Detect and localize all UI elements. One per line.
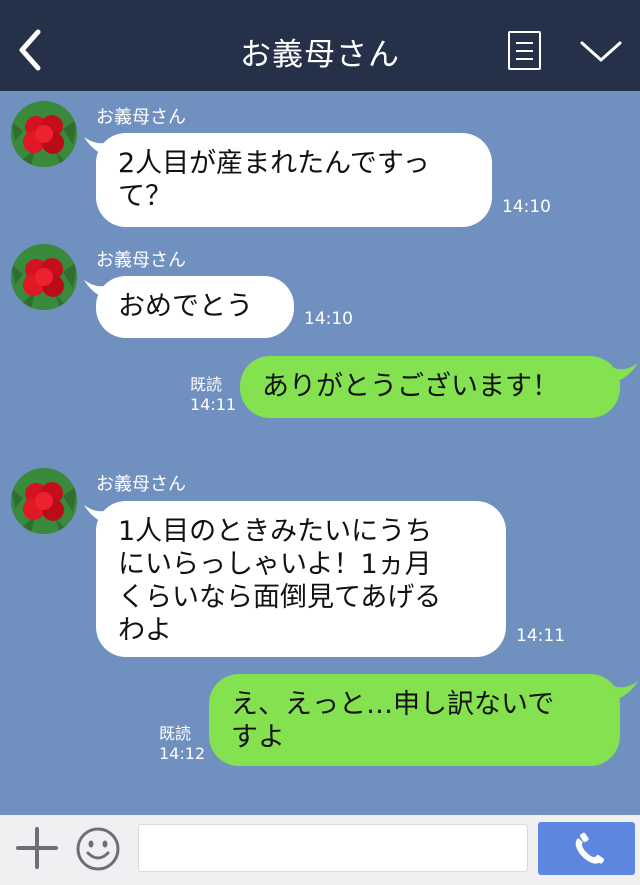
chat-header: お義母さん [0, 0, 640, 91]
chat-title: お義母さん [240, 37, 400, 73]
avatar[interactable] [11, 468, 77, 534]
avatar[interactable] [11, 244, 77, 310]
sender-name: お義母さん [96, 250, 186, 271]
message-input[interactable] [138, 824, 528, 872]
read-receipt: 既読 14:11 [190, 375, 236, 415]
message-bubble-outgoing[interactable]: ありがとうございます！ [240, 356, 620, 418]
rose-image [11, 468, 77, 534]
message-time: 14:10 [304, 309, 353, 329]
message-bubble-incoming[interactable]: 2人目が産まれたんですっ て？ [96, 133, 492, 227]
rose-image [11, 244, 77, 310]
sender-name: お義母さん [96, 107, 186, 128]
message-bubble-outgoing[interactable]: え、えっと…申し訳ないで すよ [209, 674, 620, 766]
message-time: 14:10 [502, 197, 551, 217]
list-icon[interactable] [508, 31, 541, 70]
smiley-icon[interactable] [75, 826, 121, 872]
message-list[interactable]: お義母さん 2人目が産まれたんですっ て？ 14:10 お義母さん おめでとう … [0, 91, 640, 815]
phone-icon [575, 832, 605, 864]
sender-name: お義母さん [96, 474, 186, 495]
read-label: 既読 [190, 375, 223, 394]
message-time: 14:11 [190, 395, 237, 414]
read-receipt: 既読 14:12 [159, 724, 205, 764]
message-time: 14:11 [516, 626, 565, 646]
chevron-down-icon[interactable] [580, 40, 622, 64]
message-bubble-incoming[interactable]: おめでとう [96, 276, 294, 338]
plus-icon[interactable] [16, 827, 58, 869]
message-bubble-incoming[interactable]: 1人目のときみたいにうち にいらっしゃいよ！1ヵ月 くらいなら面倒見てあげる わ… [96, 501, 506, 657]
rose-image [11, 101, 77, 167]
avatar[interactable] [11, 101, 77, 167]
call-button[interactable] [538, 822, 635, 875]
read-label: 既読 [159, 724, 192, 743]
message-time: 14:12 [159, 744, 206, 763]
